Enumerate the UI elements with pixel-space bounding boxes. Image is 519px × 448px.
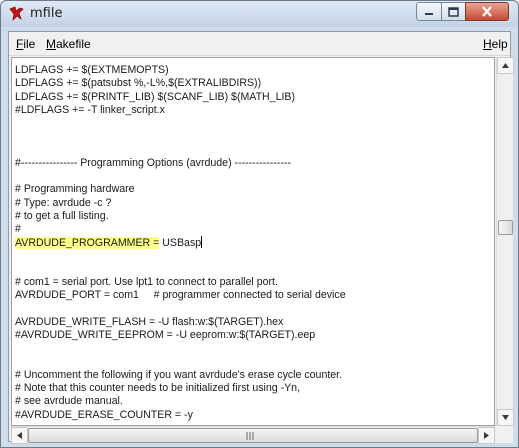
- window-title: mfile: [30, 6, 63, 21]
- editor-line: # Programming hardware: [15, 183, 135, 196]
- editor-line: #: [15, 223, 21, 235]
- menu-makefile-label: akefile: [56, 37, 91, 51]
- close-icon: [482, 6, 492, 17]
- vertical-scrollbar[interactable]: [496, 57, 514, 426]
- menu-help[interactable]: Help: [483, 37, 508, 51]
- arrow-up-icon: [502, 63, 509, 68]
- text-cursor: [201, 236, 203, 249]
- arrow-down-icon: [502, 415, 509, 420]
- close-button[interactable]: [465, 2, 509, 21]
- minimize-button[interactable]: [416, 2, 442, 21]
- menu-makefile-mnemonic: M: [46, 37, 56, 51]
- editor-line: LDFLAGS += $(EXTMEMOPTS): [15, 64, 169, 76]
- arrow-left-icon: [17, 432, 22, 439]
- makefile-text-editor[interactable]: LDFLAGS += $(EXTMEMOPTS) LDFLAGS += $(pat…: [11, 57, 495, 426]
- scroll-right-button[interactable]: [478, 427, 495, 444]
- tk-feather-icon: [9, 6, 24, 22]
- scrollbar-corner: [496, 426, 513, 443]
- editor-line: # see avrdude manual.: [15, 395, 123, 408]
- menu-separator: [9, 55, 510, 56]
- menu-help-mnemonic: H: [483, 37, 492, 51]
- scroll-grip-icon: [246, 432, 254, 440]
- maximize-icon: [448, 6, 459, 17]
- client-area: File Makefile Help LDFLAGS += $(EXTMEMOP…: [8, 31, 514, 444]
- editor-line: #AVRDUDE_WRITE_EEPROM = -U eeprom:w:$(TA…: [15, 329, 316, 341]
- editor-line: # Uncomment the following if you want av…: [15, 368, 343, 381]
- menu-file[interactable]: File: [16, 37, 35, 51]
- editor-line: # Note that this counter needs to be ini…: [15, 382, 301, 394]
- scroll-up-button[interactable]: [497, 57, 514, 74]
- horizontal-scrollbar[interactable]: [11, 426, 496, 444]
- menu-makefile[interactable]: Makefile: [46, 37, 91, 51]
- editor-line: # com1 = serial port. Use lpt1 to connec…: [15, 276, 278, 288]
- editor-line-programmer: AVRDUDE_PROGRAMMER = USBasp: [15, 236, 203, 250]
- editor-line: #AVRDUDE_ERASE_COUNTER = -y: [15, 408, 193, 421]
- highlighted-text: AVRDUDE_PROGRAMMER =: [15, 237, 160, 250]
- editor-line: AVRDUDE_PORT = com1 # programmer connect…: [15, 289, 346, 302]
- title-bar[interactable]: mfile: [1, 1, 518, 27]
- scroll-down-button[interactable]: [497, 409, 514, 426]
- arrow-right-icon: [484, 432, 489, 439]
- menu-bar: File Makefile Help: [9, 32, 510, 55]
- vertical-scroll-thumb[interactable]: [498, 220, 513, 235]
- maximize-button[interactable]: [441, 2, 466, 21]
- editor-line: # Type: avrdude -c ?: [15, 196, 112, 209]
- scroll-left-button[interactable]: [11, 427, 28, 444]
- editor-line: AVRDUDE_WRITE_FLASH = -U flash:w:$(TARGE…: [15, 315, 284, 328]
- programmer-value: USBasp: [159, 237, 202, 250]
- editor-line: LDFLAGS += $(patsubst %,-L%,$(EXTRALIBDI…: [15, 77, 262, 90]
- editor-line: # to get a full listing.: [15, 209, 109, 222]
- editor-line: LDFLAGS += $(PRINTF_LIB) $(SCANF_LIB) $(…: [15, 90, 296, 103]
- app-window: mfile File Makefile Help LDFLAGS += $(EX…: [0, 0, 519, 448]
- horizontal-scroll-thumb[interactable]: [28, 428, 478, 443]
- menu-file-label: ile: [23, 37, 36, 51]
- editor-line: #LDFLAGS += -T linker_script.x: [15, 103, 165, 116]
- menu-help-label: elp: [491, 37, 508, 51]
- minimize-icon: [425, 12, 433, 15]
- editor-line: #---------------- Programming Options (a…: [15, 156, 291, 169]
